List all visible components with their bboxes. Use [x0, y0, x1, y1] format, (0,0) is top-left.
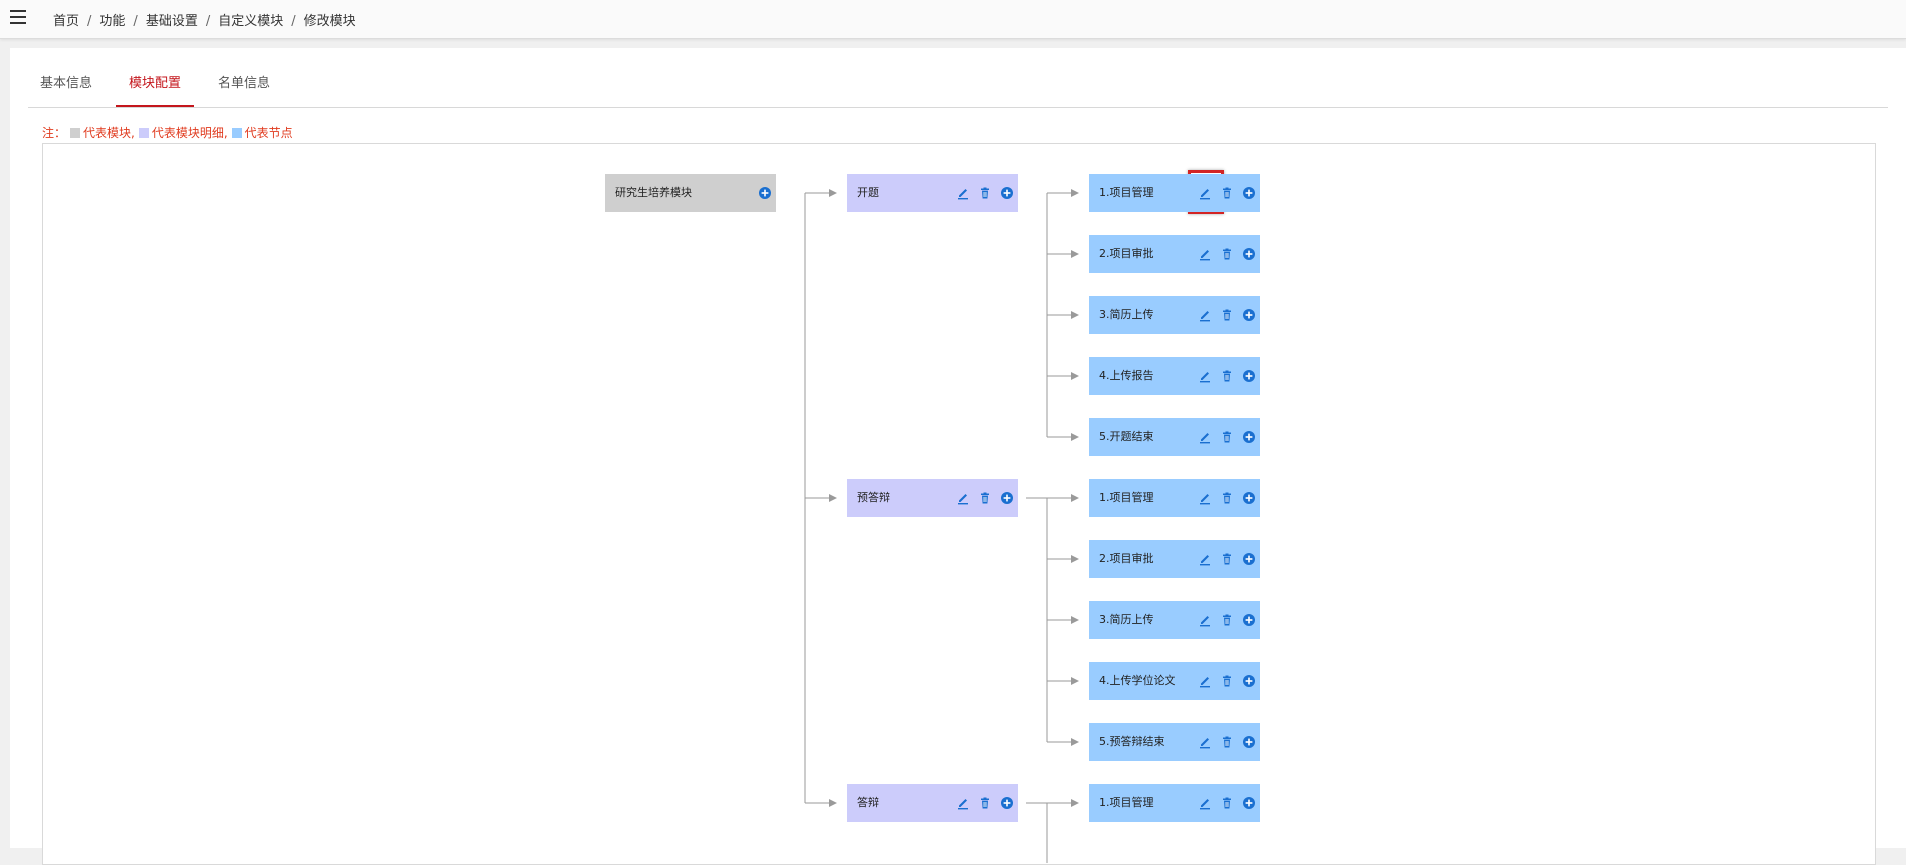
add-icon[interactable]	[1242, 796, 1256, 810]
module-detail-node-label: 预答辩	[857, 491, 890, 504]
process-node[interactable]: 5.开题结束	[1089, 418, 1260, 456]
process-node-label: 2.项目审批	[1099, 552, 1154, 565]
process-node-label: 1.项目管理	[1099, 796, 1154, 809]
process-node-label: 5.预答辩结束	[1099, 735, 1165, 748]
tab-bar: 基本信息 模块配置 名单信息	[28, 63, 1888, 108]
hamburger-menu-icon[interactable]	[10, 10, 26, 24]
process-node-label: 3.简历上传	[1099, 308, 1154, 321]
module-tree-canvas: 研究生培养模块 开题 1.项目管理 2.项目审批 3.简历上传 4.上传报告 5.开题结束预…	[42, 143, 1876, 865]
delete-icon[interactable]	[1220, 247, 1234, 261]
module-detail-node-label: 开题	[857, 186, 879, 199]
process-node[interactable]: 2.项目审批	[1089, 235, 1260, 273]
process-node[interactable]: 5.预答辩结束	[1089, 723, 1260, 761]
add-icon[interactable]	[1242, 613, 1256, 627]
breadcrumb-basic-settings[interactable]: 基础设置	[146, 14, 198, 29]
breadcrumb: 首页 / 功能 / 基础设置 / 自定义模块 / 修改模块	[53, 14, 356, 29]
edit-icon[interactable]	[1198, 613, 1212, 627]
delete-icon[interactable]	[978, 186, 992, 200]
add-icon[interactable]	[1242, 674, 1256, 688]
legend-prefix: 注：	[42, 126, 67, 140]
edit-icon[interactable]	[956, 796, 970, 810]
main-panel: 基本信息 模块配置 名单信息 注： 代表模块, 代表模块明细, 代表节点 研究生培养模…	[10, 48, 1906, 865]
module-detail-node[interactable]: 答辩	[847, 784, 1018, 822]
delete-icon[interactable]	[1220, 613, 1234, 627]
edit-icon[interactable]	[1198, 491, 1212, 505]
legend-detail-text: 代表模块明细,	[151, 126, 228, 140]
process-node-label: 4.上传报告	[1099, 369, 1154, 382]
breadcrumb-custom-module[interactable]: 自定义模块	[218, 14, 283, 29]
root-module-node-label: 研究生培养模块	[615, 186, 692, 199]
tab-basic-info[interactable]: 基本信息	[28, 63, 104, 105]
process-node-label: 1.项目管理	[1099, 491, 1154, 504]
edit-icon[interactable]	[1198, 552, 1212, 566]
process-node[interactable]: 3.简历上传	[1089, 296, 1260, 334]
delete-icon[interactable]	[1220, 735, 1234, 749]
add-icon[interactable]	[1000, 491, 1014, 505]
legend-note: 注： 代表模块, 代表模块明细, 代表节点	[42, 124, 293, 141]
breadcrumb-edit-module: 修改模块	[303, 14, 356, 29]
edit-icon[interactable]	[956, 491, 970, 505]
add-icon[interactable]	[1242, 247, 1256, 261]
edit-icon[interactable]	[1198, 186, 1212, 200]
add-icon[interactable]	[758, 186, 772, 200]
delete-icon[interactable]	[1220, 552, 1234, 566]
edit-icon[interactable]	[1198, 735, 1212, 749]
add-icon[interactable]	[1242, 186, 1256, 200]
process-node[interactable]: 2.项目审批	[1089, 540, 1260, 578]
delete-icon[interactable]	[1220, 430, 1234, 444]
legend-module-text: 代表模块,	[83, 126, 135, 140]
edit-icon[interactable]	[1198, 430, 1212, 444]
process-node[interactable]: 1.项目管理	[1089, 784, 1260, 822]
delete-icon[interactable]	[1220, 369, 1234, 383]
legend-node-text: 代表节点	[244, 126, 293, 140]
process-node-label: 4.上传学位论文	[1099, 674, 1176, 687]
module-detail-node[interactable]: 开题	[847, 174, 1018, 212]
legend-node-swatch	[231, 128, 242, 138]
add-icon[interactable]	[1242, 552, 1256, 566]
legend-detail-swatch	[138, 128, 149, 138]
module-detail-node[interactable]: 预答辩	[847, 479, 1018, 517]
process-node[interactable]: 4.上传报告	[1089, 357, 1260, 395]
breadcrumb-function[interactable]: 功能	[99, 14, 125, 29]
top-bar: 首页 / 功能 / 基础设置 / 自定义模块 / 修改模块	[0, 0, 1906, 39]
tab-list-info[interactable]: 名单信息	[206, 63, 282, 105]
delete-icon[interactable]	[978, 491, 992, 505]
breadcrumb-home[interactable]: 首页	[53, 14, 79, 29]
edit-icon[interactable]	[1198, 308, 1212, 322]
delete-icon[interactable]	[1220, 308, 1234, 322]
add-icon[interactable]	[1000, 186, 1014, 200]
add-icon[interactable]	[1242, 735, 1256, 749]
root-module-node[interactable]: 研究生培养模块	[605, 174, 776, 212]
process-node-label: 1.项目管理	[1099, 186, 1154, 199]
edit-icon[interactable]	[1198, 369, 1212, 383]
process-node-label: 2.项目审批	[1099, 247, 1154, 260]
delete-icon[interactable]	[1220, 796, 1234, 810]
process-node[interactable]: 3.简历上传	[1089, 601, 1260, 639]
add-icon[interactable]	[1242, 491, 1256, 505]
edit-icon[interactable]	[956, 186, 970, 200]
delete-icon[interactable]	[978, 796, 992, 810]
edit-icon[interactable]	[1198, 674, 1212, 688]
module-detail-node-label: 答辩	[857, 796, 879, 809]
add-icon[interactable]	[1242, 369, 1256, 383]
process-node-label: 5.开题结束	[1099, 430, 1154, 443]
process-node-label: 3.简历上传	[1099, 613, 1154, 626]
edit-icon[interactable]	[1198, 247, 1212, 261]
process-node[interactable]: 4.上传学位论文	[1089, 662, 1260, 700]
process-node[interactable]: 1.项目管理	[1089, 479, 1260, 517]
add-icon[interactable]	[1000, 796, 1014, 810]
add-icon[interactable]	[1242, 308, 1256, 322]
legend-module-swatch	[70, 128, 81, 138]
delete-icon[interactable]	[1220, 674, 1234, 688]
add-icon[interactable]	[1242, 430, 1256, 444]
edit-icon[interactable]	[1198, 796, 1212, 810]
process-node[interactable]: 1.项目管理	[1089, 174, 1260, 212]
delete-icon[interactable]	[1220, 186, 1234, 200]
tab-module-config[interactable]: 模块配置	[116, 63, 194, 107]
delete-icon[interactable]	[1220, 491, 1234, 505]
